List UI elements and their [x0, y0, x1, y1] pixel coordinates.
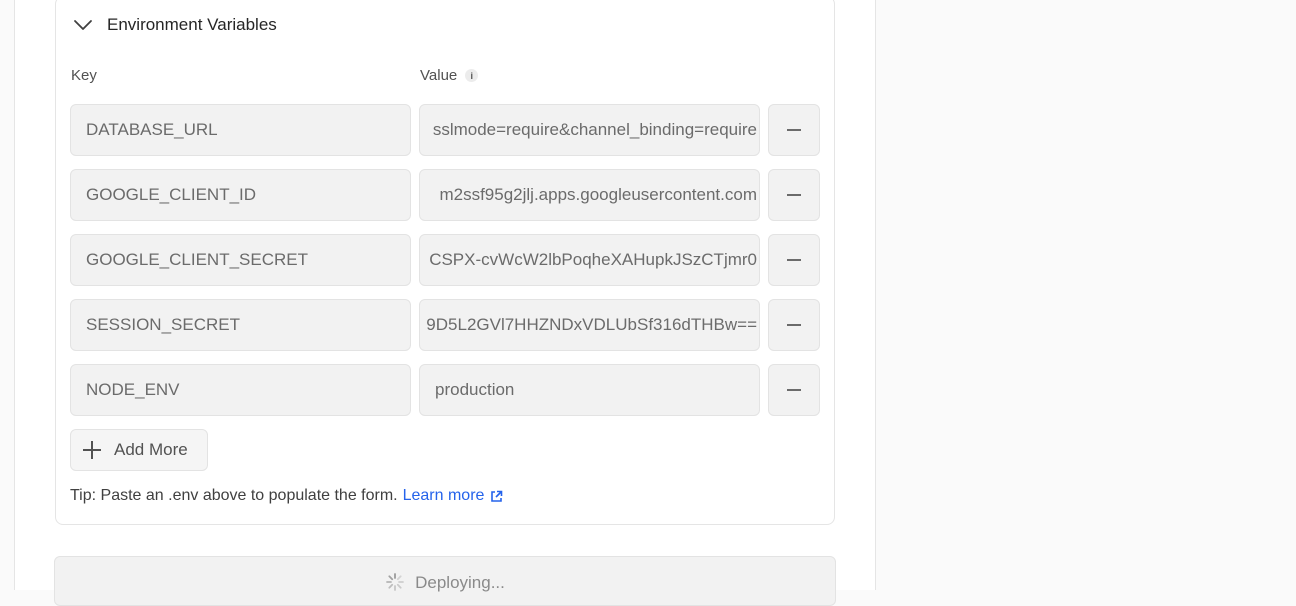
deploy-button[interactable]: Deploying...	[54, 556, 836, 606]
env-key-input[interactable]: NODE_ENV	[70, 364, 411, 416]
env-key-input[interactable]: GOOGLE_CLIENT_ID	[70, 169, 411, 221]
environment-variables-toggle[interactable]: Environment Variables	[72, 11, 277, 39]
left-gutter	[0, 0, 15, 590]
env-value-input[interactable]: CSPX-cvWcW2lbPoqheXAHupkJSzCTjmr0	[419, 234, 760, 286]
minus-icon	[787, 389, 801, 391]
remove-row-button[interactable]	[768, 364, 820, 416]
deploy-label: Deploying...	[415, 573, 505, 592]
learn-more-link[interactable]: Learn more	[403, 487, 504, 505]
spinner-icon	[386, 573, 405, 591]
chevron-down-icon	[72, 14, 94, 36]
minus-icon	[787, 129, 801, 131]
minus-icon	[787, 194, 801, 196]
external-link-icon	[491, 490, 503, 502]
remove-row-button[interactable]	[768, 104, 820, 156]
info-icon[interactable]: i	[465, 69, 479, 82]
env-key-input[interactable]: SESSION_SECRET	[70, 299, 411, 351]
section-title: Environment Variables	[107, 15, 277, 34]
add-more-label: Add More	[114, 440, 188, 459]
minus-icon	[787, 259, 801, 261]
env-value-input[interactable]: sslmode=require&channel_binding=require	[419, 104, 760, 156]
right-empty-area	[876, 0, 1296, 590]
env-row: GOOGLE_CLIENT_ID m2ssf95g2jlj.apps.googl…	[70, 169, 821, 221]
plus-icon	[82, 440, 102, 460]
minus-icon	[787, 324, 801, 326]
env-row: SESSION_SECRET 9D5L2GVl7HHZNDxVDLUbSf316…	[70, 299, 821, 351]
env-value-input[interactable]: 9D5L2GVl7HHZNDxVDLUbSf316dTHBw==	[419, 299, 760, 351]
env-row: DATABASE_URL sslmode=require&channel_bin…	[70, 104, 821, 156]
remove-row-button[interactable]	[768, 169, 820, 221]
remove-row-button[interactable]	[768, 299, 820, 351]
remove-row-button[interactable]	[768, 234, 820, 286]
value-label-text: Value	[420, 67, 458, 84]
tip-text: Tip: Paste an .env above to populate the…	[70, 487, 503, 505]
env-row: NODE_ENV production	[70, 364, 821, 416]
key-column-label: Key	[71, 67, 97, 84]
main-panel: Environment Variables Key Value i DATABA…	[15, 0, 876, 606]
env-value-input[interactable]: m2ssf95g2jlj.apps.googleusercontent.com	[419, 169, 760, 221]
env-value-input[interactable]: production	[419, 364, 760, 416]
add-more-button[interactable]: Add More	[70, 429, 208, 471]
tip-message: Tip: Paste an .env above to populate the…	[70, 487, 398, 504]
env-key-input[interactable]: GOOGLE_CLIENT_SECRET	[70, 234, 411, 286]
learn-more-label: Learn more	[402, 487, 485, 504]
value-column-label: Value i	[420, 67, 479, 84]
env-key-input[interactable]: DATABASE_URL	[70, 104, 411, 156]
key-label-text: Key	[71, 67, 97, 84]
env-row: GOOGLE_CLIENT_SECRET CSPX-cvWcW2lbPoqheX…	[70, 234, 821, 286]
environment-variables-card: Environment Variables Key Value i DATABA…	[55, 0, 835, 525]
